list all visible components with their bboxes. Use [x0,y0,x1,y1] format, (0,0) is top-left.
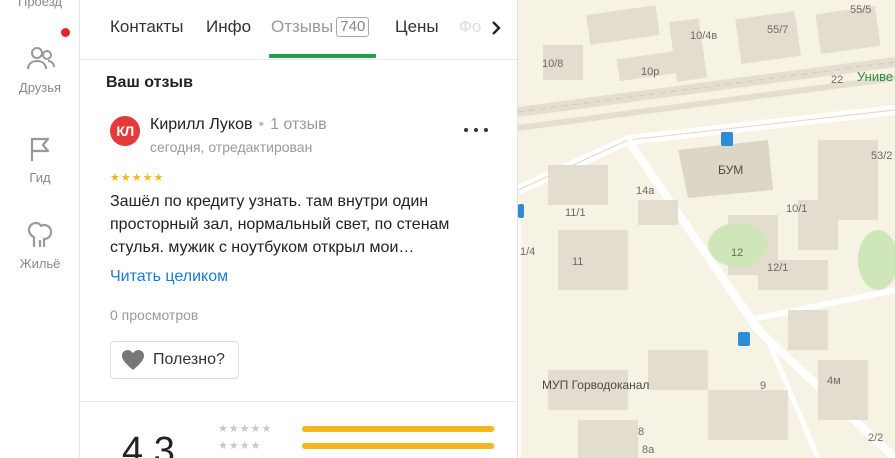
overall-rating: 4.3 [122,430,175,458]
distribution-bar [302,426,496,432]
map-label: Униве [857,69,894,84]
rating-distribution-row: ★★★★★ [218,422,496,435]
rail-item-guide[interactable]: Гид [0,134,80,185]
tab-reviews[interactable]: Отзывы 740 [271,17,370,37]
map-label: 10/8 [542,58,564,70]
map-label: 10/1 [786,203,808,215]
section-title: Ваш отзыв [106,74,193,91]
map-view[interactable]: 55/5 10/4в 55/7 10/8 10р 22 Униве 53/2 Б… [518,0,895,458]
map-label: 55/5 [850,4,872,16]
tab-bar: Контакты Инфо Отзывы 740 Цены Фо [80,0,517,60]
tab-info[interactable]: Инфо [206,17,251,37]
distribution-bar-fill [302,426,495,432]
map-label: БУМ [718,163,744,177]
map-label: 53/2 [871,150,893,162]
review-author: Кирилл Луков • 1 отзыв [150,116,327,134]
review-text: Зашёл по кредиту узнать. там внутри один… [110,193,450,256]
separator-dot: • [258,116,265,133]
housing-icon [27,221,53,247]
review-date: сегодня, отредактирован [150,139,313,155]
distribution-bar [302,443,496,449]
map-label: 4м [827,375,841,387]
organization-panel: Контакты Инфо Отзывы 740 Цены Фо Ваш отзы… [80,0,518,458]
tab-prices[interactable]: Цены [395,17,439,37]
avatar[interactable]: КЛ [110,116,140,146]
tab-photos[interactable]: Фо [459,17,481,37]
rail-item-route[interactable]: Проезд [0,0,80,9]
tab-contacts[interactable]: Контакты [110,17,183,37]
friends-icon [27,47,55,70]
map-label: 11 [572,256,584,268]
review-rating-stars: ★★★★★ [110,172,165,184]
tab-reviews-label: Отзывы [271,17,334,36]
map-label: 8 [638,426,645,438]
map-label: 9 [760,380,767,392]
more-options-button[interactable] [464,120,488,140]
map-label: 11/1 [565,207,586,219]
map-label: 2/2 [868,432,884,444]
distribution-bar-fill [302,443,495,449]
map-label: 10р [641,66,660,78]
divider [80,401,517,402]
notification-dot [61,28,70,37]
map-label: 12/1 [767,262,789,274]
map-label: 14а [636,185,655,197]
views-count: 0 просмотров [110,307,199,323]
author-name[interactable]: Кирилл Луков [150,116,252,133]
map-label: 22 [831,74,844,86]
rail-item-friends[interactable]: Друзья [0,44,80,95]
map-label: 12 [731,247,744,259]
reviews-count-badge: 740 [336,17,370,37]
map-label: 8а [642,444,655,456]
map-label: 1/4 [520,246,536,258]
flag-icon [30,137,50,161]
active-tab-indicator [269,54,376,58]
author-review-count: 1 отзыв [270,116,327,133]
chevron-right-icon [492,21,501,35]
map-label: 55/7 [767,24,789,36]
rail-item-label: Друзья [18,80,62,95]
rail-item-housing[interactable]: Жильё [0,220,80,271]
read-more-link[interactable]: Читать целиком [110,268,228,286]
map-label: 10/4в [690,30,718,42]
left-rail: Проезд Друзья Гид Жильё [0,0,80,458]
helpful-label: Полезно? [153,351,225,368]
rating-distribution-row: ★★★★ [218,439,496,452]
distribution-stars: ★★★★★ [218,422,273,435]
heart-icon [122,350,144,370]
tabs-next-button[interactable] [482,12,510,44]
helpful-button[interactable]: Полезно? [110,341,239,379]
rail-item-label: Гид [29,170,51,185]
rail-item-label: Жильё [19,256,61,271]
map-label: МУП Горводоканал [542,378,650,392]
distribution-stars: ★★★★ [218,439,262,452]
